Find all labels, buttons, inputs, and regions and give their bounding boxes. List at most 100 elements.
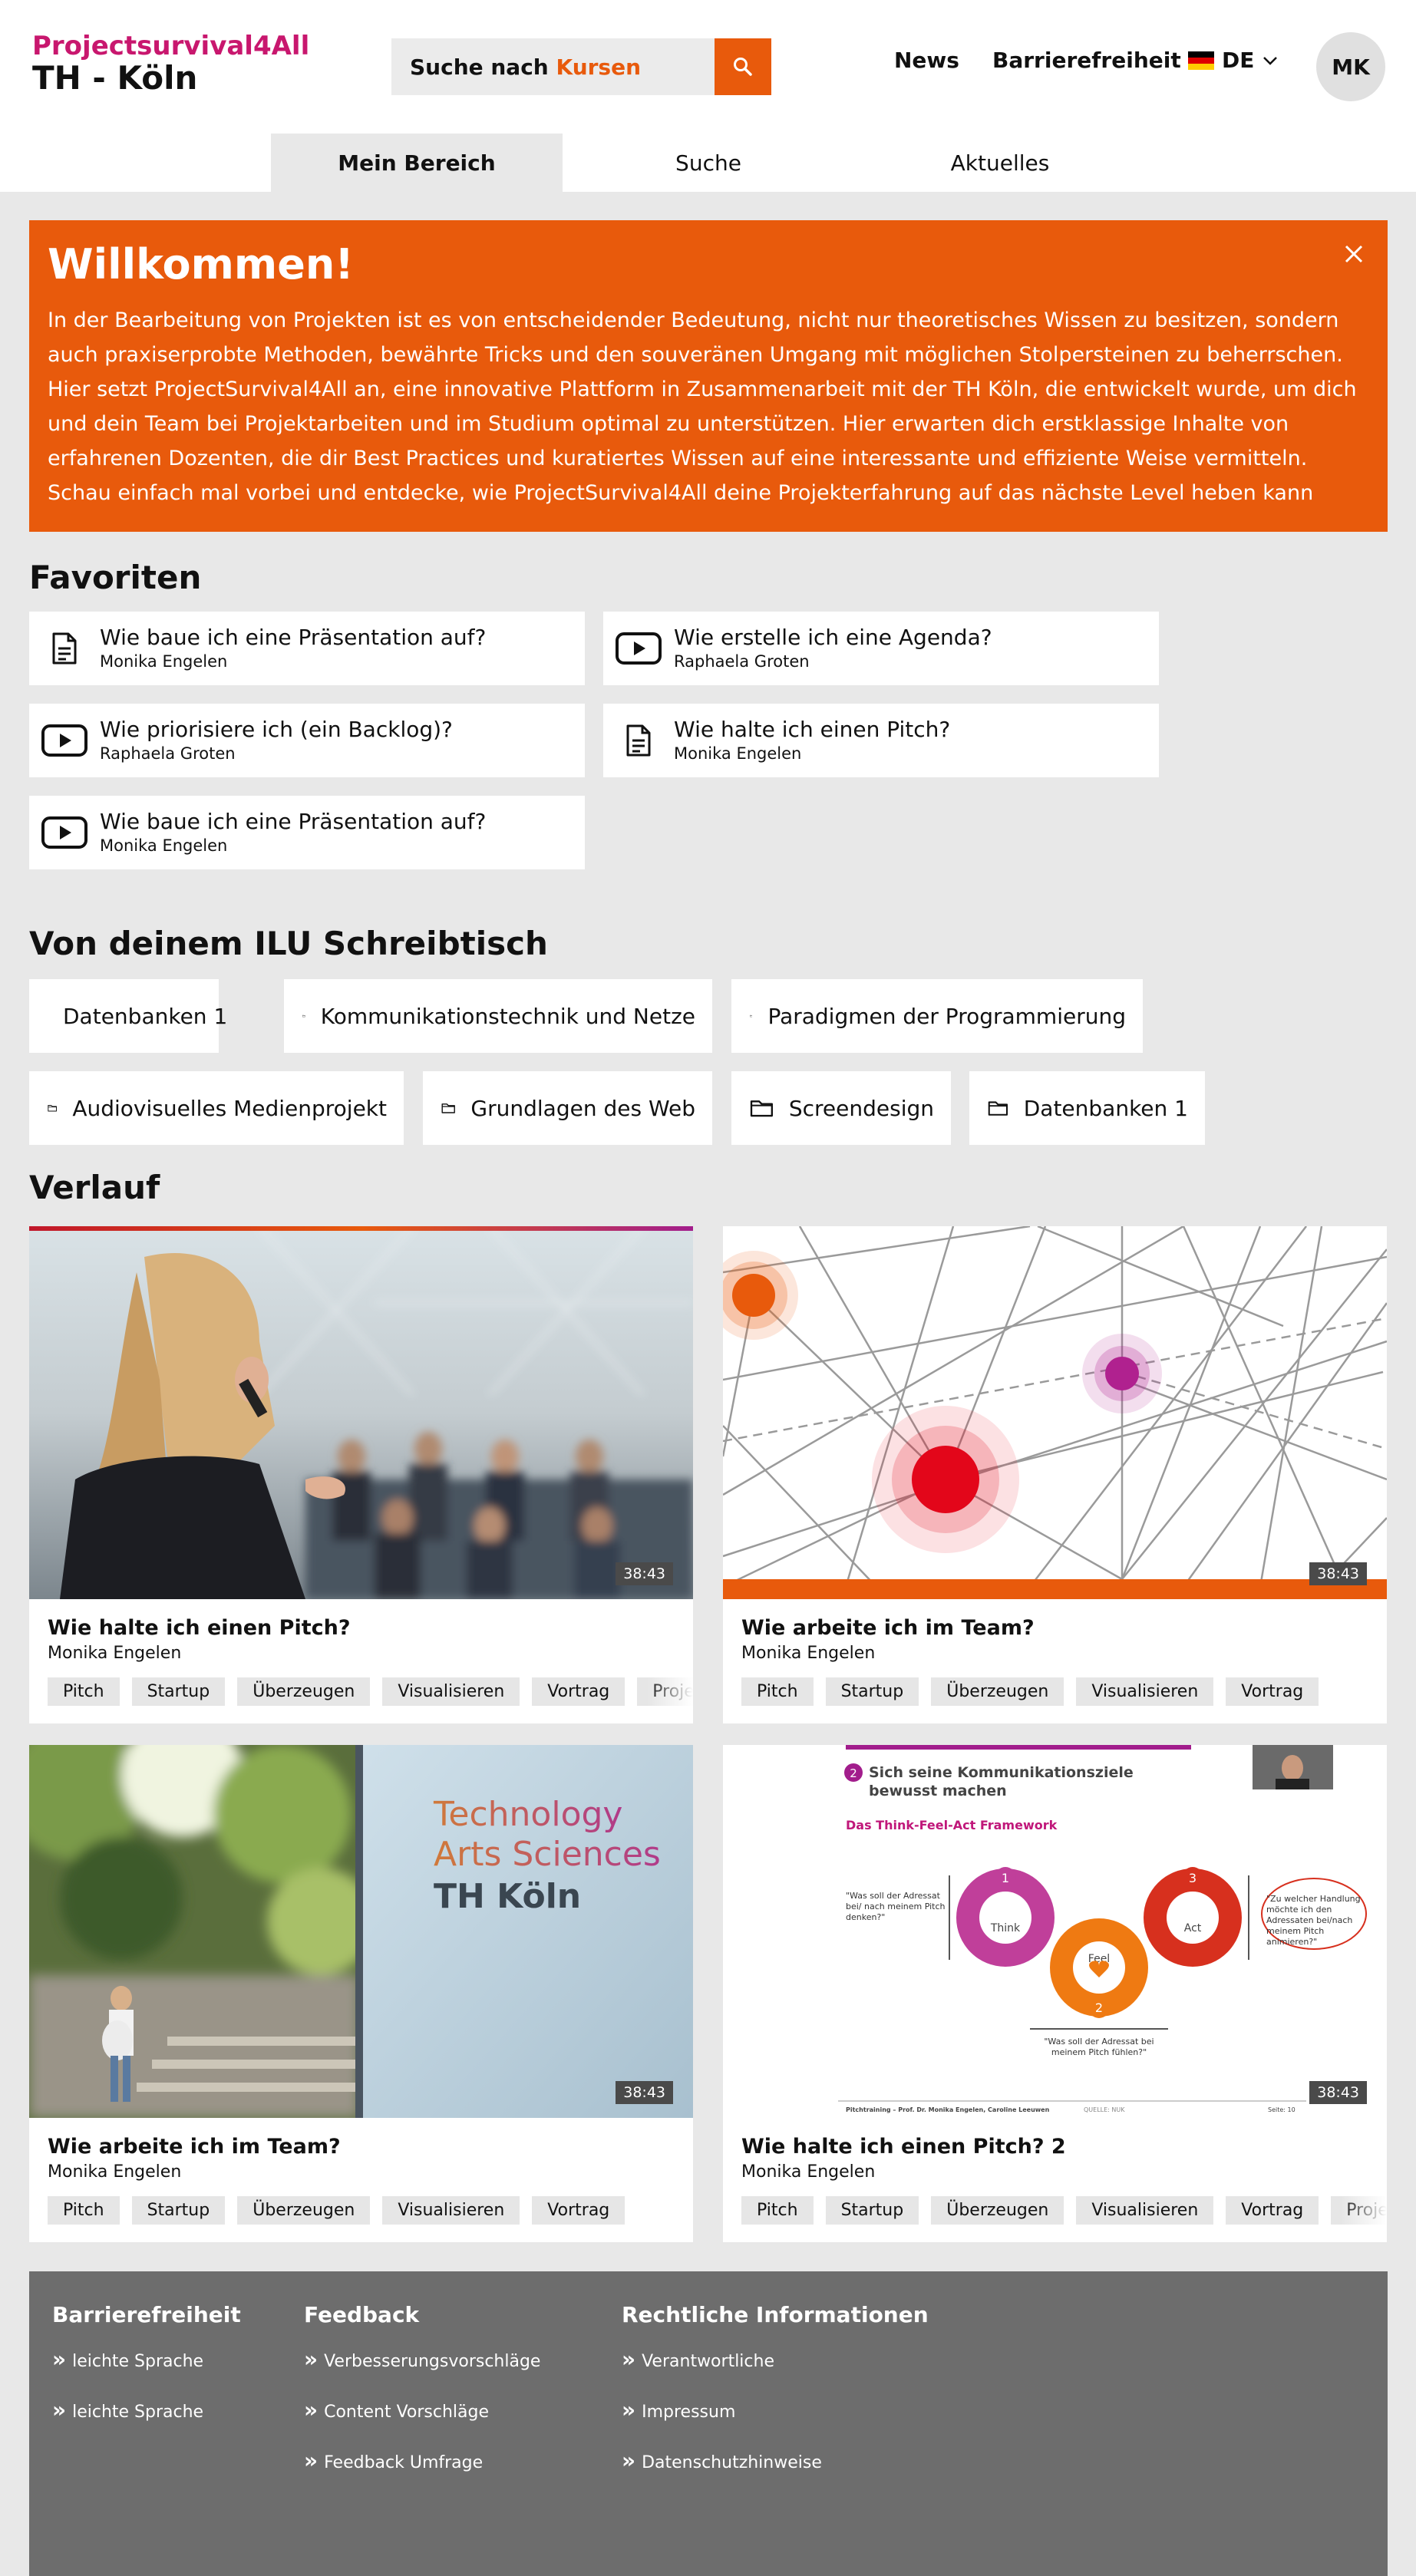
footer-link[interactable]: leichte Sprache [52,2349,241,2373]
tag-list: Pitch Startup Überzeugen Visualisieren V… [741,2196,1387,2225]
footer-link[interactable]: Feedback Umfrage [304,2450,540,2474]
video-card[interactable]: 38:43 Wie halte ich einen Pitch? Monika … [29,1226,693,1723]
tag[interactable]: Startup [131,1677,226,1706]
video-thumbnail[interactable] [723,1226,1387,1599]
folder-item[interactable]: Paradigmen der Programmierung [731,979,1143,1053]
history-heading: Verlauf [29,1169,160,1206]
favorite-title: Wie halte ich einen Pitch? [674,717,951,742]
video-author: Monika Engelen [741,1644,876,1663]
search-button[interactable] [715,38,771,95]
video-author: Monika Engelen [48,1644,182,1663]
tag[interactable]: Startup [131,2196,226,2225]
search-bar[interactable]: Suche nach Kursen [391,38,771,95]
video-thumbnail[interactable]: 2 Sich seine Kommunikationsziele bewusst… [723,1745,1387,2118]
folder-icon [48,1105,57,1112]
folder-label: Grundlagen des Web [470,1095,695,1121]
tag[interactable]: Überzeugen [931,1677,1064,1706]
tag[interactable]: Vortrag [532,1677,625,1706]
tag[interactable]: Vortrag [532,2196,625,2225]
tag[interactable]: Pitch [741,2196,814,2225]
video-thumbnail[interactable] [29,1226,693,1599]
slide-quote-bottom: "Was soll der Adressat bei meinem Pitch … [1044,2037,1154,2057]
video-duration: 38:43 [616,1562,673,1585]
footer-link[interactable]: Verantwortliche [622,2349,929,2373]
favorite-author: Monika Engelen [674,744,802,763]
tag[interactable]: Überzeugen [237,1677,371,1706]
tab-mein-bereich[interactable]: Mein Bereich [271,134,563,192]
folder-icon [750,1100,774,1117]
desk-heading: Von deinem ILU Schreibtisch [29,925,548,962]
video-duration: 38:43 [616,2081,673,2104]
tag[interactable]: Überzeugen [237,2196,371,2225]
tab-aktuelles[interactable]: Aktuelles [854,134,1146,192]
nav-news[interactable]: News [894,48,959,73]
tag[interactable]: Startup [825,1677,919,1706]
favorite-item[interactable]: Wie erstelle ich eine Agenda? Raphaela Gr… [603,612,1159,685]
folder-item[interactable]: Datenbanken 1 [29,979,227,1053]
language-selector[interactable]: DE [1188,48,1279,73]
tag[interactable]: Visualisieren [382,1677,520,1706]
welcome-banner: Willkommen! In der Bearbeitung von Proje… [29,220,1388,532]
tag[interactable]: Pitch [48,2196,120,2225]
folder-item[interactable]: Screendesign [731,1071,951,1145]
favorite-item[interactable]: Wie priorisiere ich (ein Backlog)? Raphae… [29,704,585,777]
favorite-author: Raphaela Groten [100,744,236,763]
footer-link[interactable]: Verbesserungsvorschläge [304,2349,540,2373]
slide-num-3: 3 [1189,1871,1197,1885]
tag[interactable]: Überzeugen [931,2196,1064,2225]
video-thumbnail[interactable]: Technology Arts Sciences TH Köln [29,1745,693,2118]
avatar[interactable]: MK [1316,32,1385,101]
site-logo[interactable]: Projectsurvival4All TH - Köln [32,31,309,95]
tag[interactable]: Pitch [741,1677,814,1706]
tag[interactable]: Vortrag [1226,2196,1319,2225]
footer-link[interactable]: Datenschutzhinweise [622,2450,929,2474]
tag-list: Pitch Startup Überzeugen Visualisieren V… [48,1677,693,1706]
footer-legal: Rechtliche Informationen Verantwortliche… [622,2302,929,2501]
slide-step-number: 2 [850,1766,857,1780]
tag[interactable]: Visualisieren [382,2196,520,2225]
folder-item[interactable]: Audiovisuelles Medienprojekt [29,1071,404,1145]
chevron-down-icon [1263,56,1278,65]
video-card[interactable]: 2 Sich seine Kommunikationsziele bewusst… [723,1745,1387,2242]
search-input[interactable]: Suche nach Kursen [391,54,715,80]
video-card[interactable]: 38:43 Wie arbeite ich im Team? Monika En… [723,1226,1387,1723]
close-icon[interactable] [1338,239,1369,269]
tag[interactable]: Pitch [48,1677,120,1706]
site-footer: Barrierefreiheit leichte Sprache leichte… [29,2271,1388,2576]
video-icon [616,632,662,665]
video-icon [41,724,87,757]
footer-feedback: Feedback Verbesserungsvorschläge Content… [304,2302,540,2501]
video-title: Wie arbeite ich im Team? [48,2135,341,2159]
favorite-item[interactable]: Wie halte ich einen Pitch? Monika Engelen [603,704,1159,777]
video-card[interactable]: Technology Arts Sciences TH Köln 38:43 W… [29,1745,693,2242]
video-title: Wie halte ich einen Pitch? 2 [741,2135,1066,2159]
favorite-author: Monika Engelen [100,836,228,855]
favorite-author: Raphaela Groten [674,652,810,671]
tag[interactable]: Visualisieren [1076,2196,1214,2225]
footer-link[interactable]: Content Vorschläge [304,2400,540,2423]
folder-item[interactable]: Datenbanken 1 [969,1071,1205,1145]
tab-suche[interactable]: Suche [563,134,854,192]
slide-think: Think [990,1922,1021,1934]
favorites-heading: Favoriten [29,559,202,596]
document-icon [52,632,77,665]
slide-subheading: Das Think-Feel-Act Framework [846,1818,1058,1832]
favorite-item[interactable]: Wie baue ich eine Präsentation auf? Monik… [29,612,585,685]
footer-link[interactable]: leichte Sprache [52,2400,241,2423]
nav-accessibility[interactable]: Barrierefreiheit [992,48,1181,73]
tag[interactable]: Startup [825,2196,919,2225]
tag[interactable]: Vortrag [1226,1677,1319,1706]
tag[interactable]: Visualisieren [1076,1677,1214,1706]
folder-label: Kommunikationstechnik und Netze [320,1003,695,1029]
favorite-title: Wie baue ich eine Präsentation auf? [100,625,487,650]
folder-item[interactable]: Kommunikationstechnik und Netze [284,979,712,1053]
favorite-item[interactable]: Wie baue ich eine Präsentation auf? Monik… [29,796,585,869]
footer-link[interactable]: Impressum [622,2400,929,2423]
folder-item[interactable]: Grundlagen des Web [423,1071,712,1145]
search-accent: Kursen [556,54,642,80]
video-author: Monika Engelen [48,2162,182,2182]
slide-num-2: 2 [1095,2000,1103,2015]
footer-heading: Feedback [304,2302,420,2327]
slide-footer-left: Pitchtraining – Prof. Dr. Monika Engelen… [846,2106,1050,2113]
search-prefix: Suche nach [410,54,549,80]
